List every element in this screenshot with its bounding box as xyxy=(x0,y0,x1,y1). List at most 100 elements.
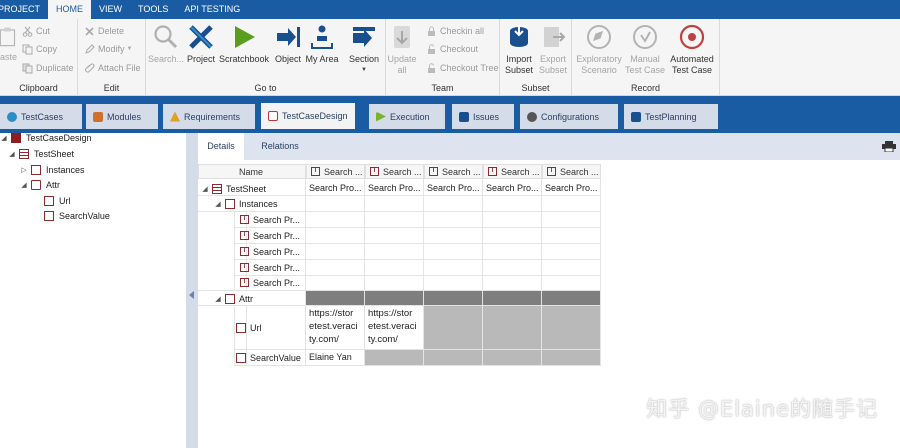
tree-node-url[interactable]: Url xyxy=(44,193,71,208)
menu-home[interactable]: HOME xyxy=(48,0,92,19)
instances-icon xyxy=(31,164,41,175)
sheet-cell[interactable]: Search Pro... xyxy=(427,181,481,196)
tab-details[interactable]: Details xyxy=(198,133,244,160)
grid-row-instance[interactable]: I Search Pr... xyxy=(236,244,300,259)
name-column-header[interactable]: Name xyxy=(198,164,306,179)
export-subset-button[interactable]: Export Subset xyxy=(534,21,572,76)
row-label: Search Pr... xyxy=(253,277,301,288)
collapse-icon[interactable]: ◢ xyxy=(0,134,8,142)
grid-row-instance[interactable]: I Search Pr... xyxy=(236,212,300,227)
goto-group-label: Go to xyxy=(254,83,277,93)
copy-button[interactable]: Copy xyxy=(22,41,57,57)
delete-button[interactable]: Delete xyxy=(84,23,124,39)
my-area-button[interactable]: My Area xyxy=(302,21,342,65)
project-button[interactable]: Project xyxy=(182,21,220,65)
tab-relations[interactable]: Relations xyxy=(248,133,312,160)
tab-testplanning[interactable]: TestPlanning xyxy=(624,104,718,129)
object-button[interactable]: Object xyxy=(270,21,306,65)
sheet-cell[interactable]: Search Pro... xyxy=(486,181,540,196)
checkin-all-label: Checkin all xyxy=(440,26,485,36)
section-label: Section xyxy=(348,54,380,64)
grid-row-testsheet[interactable]: ◢ TestSheet xyxy=(201,181,266,196)
section-button[interactable]: Section ▼ xyxy=(344,21,384,76)
tab-requirements[interactable]: Requirements xyxy=(163,104,255,129)
subset-group-label: Subset xyxy=(521,83,550,93)
sheet-cell[interactable]: Search Pro... xyxy=(368,181,422,196)
scratchbook-button[interactable]: Scratchbook xyxy=(218,21,270,65)
column-header-2[interactable]: I Search ... xyxy=(365,164,424,179)
paste-label: aste xyxy=(0,52,18,62)
column-header-4[interactable]: I Search ... xyxy=(483,164,542,179)
panel-splitter[interactable] xyxy=(186,133,198,448)
grid-row-url[interactable]: Url xyxy=(236,320,262,335)
paste-button[interactable]: aste xyxy=(0,21,18,62)
menu-project[interactable]: PROJECT xyxy=(0,0,48,19)
cut-button[interactable]: Cut xyxy=(22,23,50,39)
manual-test-case-button[interactable]: Manual Test Case xyxy=(622,21,668,76)
collapse-icon[interactable]: ◢ xyxy=(214,295,222,303)
tree-node-attr[interactable]: ◢ Attr xyxy=(20,177,60,192)
column-header-3[interactable]: I Search ... xyxy=(424,164,483,179)
searchvalue-cell[interactable]: Elaine Yan xyxy=(309,350,363,365)
instance-icon: I xyxy=(240,215,249,224)
instance-icon: I xyxy=(240,263,249,272)
checkout-tree-button[interactable]: Checkout Tree xyxy=(426,60,499,76)
column-header-label: Search ... xyxy=(383,166,422,177)
collapse-icon[interactable]: ◢ xyxy=(214,200,222,208)
grid-row-instance[interactable]: I Search Pr... xyxy=(236,275,300,290)
modify-button[interactable]: Modify ▼ xyxy=(84,41,132,57)
testcasedesign-icon xyxy=(268,111,278,121)
tree-node-testsheet[interactable]: ◢ TestSheet xyxy=(8,146,74,161)
collapse-icon[interactable]: ◢ xyxy=(20,181,28,189)
sheet-cell[interactable]: Search Pro... xyxy=(545,181,599,196)
column-header-1[interactable]: I Search ... xyxy=(306,164,365,179)
tab-testcasedesign[interactable]: TestCaseDesign xyxy=(261,103,355,129)
url-cell[interactable]: https://stor etest.veraci ty.com/ xyxy=(309,307,363,346)
grid-row-instance[interactable]: I Search Pr... xyxy=(236,260,300,275)
tree-node-searchvalue[interactable]: SearchValue xyxy=(44,208,110,223)
row-label: Search Pr... xyxy=(253,246,301,257)
tab-issues[interactable]: Issues xyxy=(452,104,514,129)
grid-row-instance[interactable]: I Search Pr... xyxy=(236,228,300,243)
duplicate-button[interactable]: Duplicate xyxy=(22,60,74,76)
grid-row-attr[interactable]: ◢ Attr xyxy=(214,291,253,306)
edit-group-label: Edit xyxy=(103,83,120,93)
tree-node-testcasedesign[interactable]: ◢ TestCaseDesign xyxy=(0,130,92,145)
update-all-button[interactable]: Update all xyxy=(382,21,422,76)
expand-icon[interactable]: ▷ xyxy=(20,166,28,174)
chevron-down-icon: ▼ xyxy=(361,67,367,73)
collapse-arrow-icon[interactable] xyxy=(189,291,194,299)
checkout-button[interactable]: Checkout xyxy=(426,41,478,57)
scissors-icon xyxy=(22,26,33,37)
clipboard-group: aste Cut Copy Duplicate Clipboard xyxy=(0,19,78,96)
export-label-1: Export xyxy=(539,54,566,64)
grid-row-instances[interactable]: ◢ Instances xyxy=(214,196,278,211)
sheet-cell[interactable]: Search Pro... xyxy=(309,181,363,196)
tree-node-instances[interactable]: ▷ Instances xyxy=(20,162,85,177)
tab-configurations[interactable]: Configurations xyxy=(520,104,618,129)
collapse-icon[interactable]: ◢ xyxy=(201,185,209,193)
tab-testcases[interactable]: TestCases xyxy=(0,104,82,129)
menu-tools[interactable]: TOOLS xyxy=(130,0,176,19)
print-icon[interactable] xyxy=(882,141,896,152)
attach-file-button[interactable]: Attach File xyxy=(84,60,141,76)
import-subset-button[interactable]: Import Subset xyxy=(500,21,538,76)
tab-modules[interactable]: Modules xyxy=(86,104,158,129)
automated-test-case-button[interactable]: Automated Test Case xyxy=(666,21,718,76)
menu-view[interactable]: VIEW xyxy=(91,0,130,19)
url-cell[interactable]: https://stor etest.veraci ty.com/ xyxy=(368,307,422,346)
grid-row-searchvalue[interactable]: SearchValue xyxy=(236,350,301,365)
goto-group: Search... Project Scratchbook Object My … xyxy=(146,19,386,96)
tab-testplanning-label: TestPlanning xyxy=(645,111,697,122)
exploratory-scenario-button[interactable]: Exploratory Scenario xyxy=(574,21,624,76)
checkin-all-button[interactable]: Checkin all xyxy=(426,23,484,39)
column-divider xyxy=(305,179,306,365)
menu-api-testing[interactable]: API TESTING xyxy=(176,0,248,19)
collapse-icon[interactable]: ◢ xyxy=(8,150,16,158)
chevron-down-icon: ▼ xyxy=(126,46,133,52)
tab-execution[interactable]: Execution xyxy=(369,104,445,129)
row-label: Search Pr... xyxy=(253,230,301,241)
column-divider xyxy=(364,179,365,365)
row-divider xyxy=(234,365,601,366)
column-header-5[interactable]: I Search ... xyxy=(542,164,601,179)
